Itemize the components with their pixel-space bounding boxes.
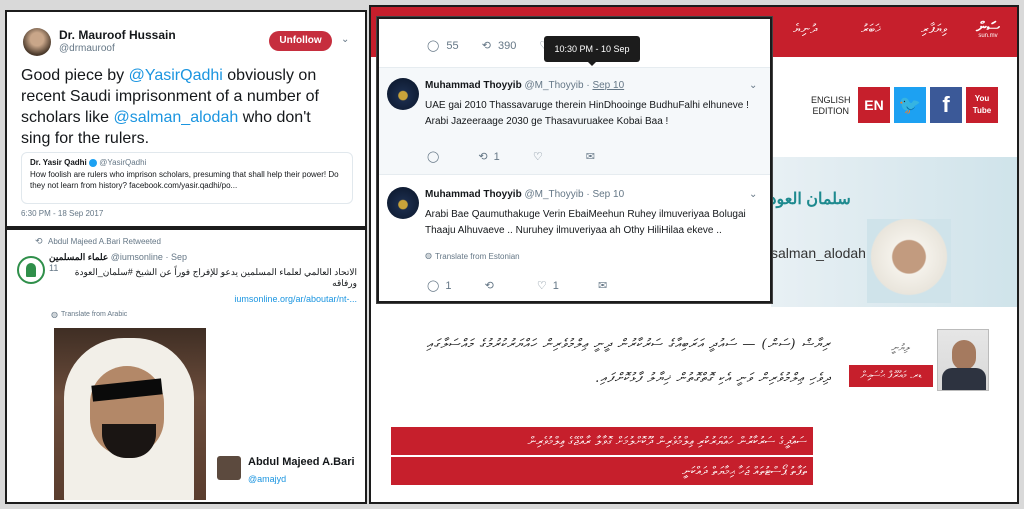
- author-caption: ލިޔުނީ: [891, 343, 910, 354]
- unfollow-button[interactable]: Unfollow: [269, 31, 332, 51]
- tweet-replies-panel: ◯ 55 ⟲ 390 ♡ 10:30 PM - 10 Sep 2017 Muha…: [377, 17, 772, 303]
- retweet-count: 1: [493, 151, 500, 163]
- retweet-icon: ⟲: [35, 236, 43, 246]
- card-name[interactable]: Abdul Majeed A.Bari: [248, 456, 355, 468]
- article-paragraph: ދިވެހި ޢިލްމުވެރިން ވަނީ އެކި ގޮތްގޮތުން…: [595, 371, 831, 386]
- tweet-link[interactable]: iumsonline.org/ar/aboutar/nt-...: [234, 294, 357, 304]
- reply-text: Arabi Bae Qaumuthakuge Verin EbaiMeehun …: [425, 209, 746, 236]
- avatar: [217, 456, 241, 480]
- avatar[interactable]: [387, 78, 419, 110]
- nav-item[interactable]: ދުނިޔެ: [793, 22, 817, 37]
- banner-handle: salman_alodah: [771, 245, 866, 261]
- like-count: 1: [552, 280, 559, 292]
- facebook-icon[interactable]: f: [930, 87, 962, 123]
- tooltip-arrow: [587, 61, 597, 66]
- tweet-author-name[interactable]: Dr. Mauroof Hussain: [59, 28, 176, 42]
- mention-link[interactable]: @YasirQadhi: [129, 67, 223, 84]
- article-highlight: ސައުދީގެ ސަރުކާރުން ހައްޔަރުކުރި ޢިލްމުވ…: [391, 427, 813, 491]
- quote-author-name[interactable]: Dr. Yasir Qadhi: [30, 158, 87, 167]
- translate-link[interactable]: Translate from Arabic: [61, 311, 127, 318]
- english-edition-label[interactable]: ENGLISH EDITION: [811, 95, 851, 117]
- retweet-icon[interactable]: ⟲: [485, 280, 494, 292]
- article-paragraph: ރިޔާޟް (ސަން) — ސައުދީ އަރަބިއާގެ ސަރުކާ…: [426, 337, 831, 352]
- timestamp-tooltip: 10:30 PM - 10 Sep 2017: [544, 36, 640, 80]
- reply-author-handle[interactable]: @M_Thoyyib: [524, 80, 583, 91]
- quoted-tweet[interactable]: Dr. Yasir Qadhi @YasirQadhi How foolish …: [21, 152, 353, 204]
- reply-tweet[interactable]: Muhammad Thoyyib @M_Thoyyib · Sep 10 ⌄ U…: [379, 67, 770, 175]
- twitter-icon[interactable]: 🐦: [894, 87, 926, 123]
- reply-actions: ◯ 1 ⟲ ♡ 1 ✉: [427, 279, 607, 292]
- reply-author-name[interactable]: Muhammad Thoyyib: [425, 189, 522, 200]
- article-banner[interactable]: سلمان العودة salman_alodah: [761, 157, 1017, 307]
- quote-author-handle[interactable]: @YasirQadhi: [99, 158, 146, 167]
- retweet-label[interactable]: Abdul Majeed A.Bari Retweeted: [48, 237, 161, 246]
- user-card[interactable]: Abdul Majeed A.Bari @amajyd: [210, 448, 364, 492]
- account-name[interactable]: علماء المسلمين: [49, 252, 108, 262]
- author-name-tag[interactable]: ޑރ. މައުރޫފް ޙުސައިން: [849, 365, 933, 387]
- like-icon[interactable]: ♡: [537, 280, 547, 292]
- chevron-down-icon[interactable]: ⌄: [749, 80, 757, 91]
- site-logo-sub: sun.mv: [978, 33, 998, 39]
- highlight-line: ތަފާތު ޕޯސްޓުތައް ޖަހާ ޙިމާޔަތް ދައްކަނީ: [391, 457, 813, 485]
- card-handle[interactable]: @amajyd: [248, 474, 286, 484]
- dm-icon[interactable]: ✉: [598, 280, 607, 292]
- quote-text: How foolish are rulers who imprison scho…: [30, 170, 339, 190]
- reply-count: 1: [445, 280, 452, 292]
- globe-icon: ◍: [425, 251, 432, 260]
- reply-text: UAE gai 2010 Thassavaruge therein HinDho…: [425, 100, 749, 127]
- site-logo[interactable]: ސަން sun.mv: [965, 19, 1011, 45]
- highlight-line: ސައުދީގެ ސަރުކާރުން ހައްޔަރުކުރި ޢިލްމުވ…: [391, 427, 813, 455]
- tweet-author-handle[interactable]: @drmauroof: [59, 43, 115, 54]
- translate-link[interactable]: Translate from Estonian: [435, 252, 520, 261]
- stats-row: ◯ 55 ⟲ 390 ♡: [427, 39, 549, 52]
- banner-arabic-text: سلمان العودة: [761, 191, 851, 208]
- reply-author-name[interactable]: Muhammad Thoyyib: [425, 80, 522, 91]
- dm-icon[interactable]: ✉: [586, 151, 595, 163]
- banner-photo: [867, 219, 951, 303]
- reply-date[interactable]: Sep 10: [592, 189, 624, 200]
- nav-item[interactable]: ވިޔަފާރި: [921, 22, 947, 37]
- reply-tweet[interactable]: Muhammad Thoyyib @M_Thoyyib · Sep 10 ⌄ A…: [379, 177, 770, 301]
- author-photo[interactable]: [937, 329, 989, 391]
- tweet-text: Good piece by @YasirQadhi obviously on r…: [21, 67, 319, 147]
- globe-icon: ◍: [51, 310, 58, 319]
- mention-link[interactable]: @salman_alodah: [113, 109, 238, 126]
- reply-icon[interactable]: ◯: [427, 280, 439, 292]
- reply-count: 55: [446, 40, 459, 52]
- reply-actions: ◯ ⟲ 1 ♡ ✉: [427, 150, 595, 163]
- avatar[interactable]: [387, 187, 419, 219]
- nav-item[interactable]: ޚަބަރު: [861, 22, 881, 37]
- tweet-panel-mauroof: Dr. Mauroof Hussain @drmauroof Unfollow …: [5, 10, 367, 228]
- retweet-icon[interactable]: ⟲: [482, 40, 491, 52]
- tweet-text-arabic: الاتحاد العالمي لعلماء المسلمين يدعو للإ…: [74, 267, 357, 288]
- reply-author-handle[interactable]: @M_Thoyyib: [524, 189, 583, 200]
- reply-icon[interactable]: ◯: [427, 151, 439, 163]
- english-edition-button[interactable]: EN: [858, 87, 890, 123]
- avatar[interactable]: [17, 256, 45, 284]
- retweet-icon[interactable]: ⟲: [478, 151, 487, 163]
- chevron-down-icon[interactable]: ⌄: [341, 34, 349, 45]
- reply-date[interactable]: Sep 10: [592, 80, 624, 91]
- tweet-timestamp[interactable]: 6:30 PM - 18 Sep 2017: [21, 209, 103, 218]
- chevron-down-icon[interactable]: ⌄: [749, 189, 757, 200]
- retweet-count: 390: [497, 40, 517, 52]
- verified-icon: [89, 158, 98, 167]
- like-icon[interactable]: ♡: [533, 151, 543, 163]
- youtube-icon[interactable]: You Tube: [966, 87, 998, 123]
- tweet-photo[interactable]: [54, 328, 206, 500]
- tweet-panel-iums: ⟲ Abdul Majeed A.Bari Retweeted علماء ال…: [5, 228, 367, 504]
- reply-icon[interactable]: ◯: [427, 40, 439, 52]
- avatar[interactable]: [23, 28, 51, 56]
